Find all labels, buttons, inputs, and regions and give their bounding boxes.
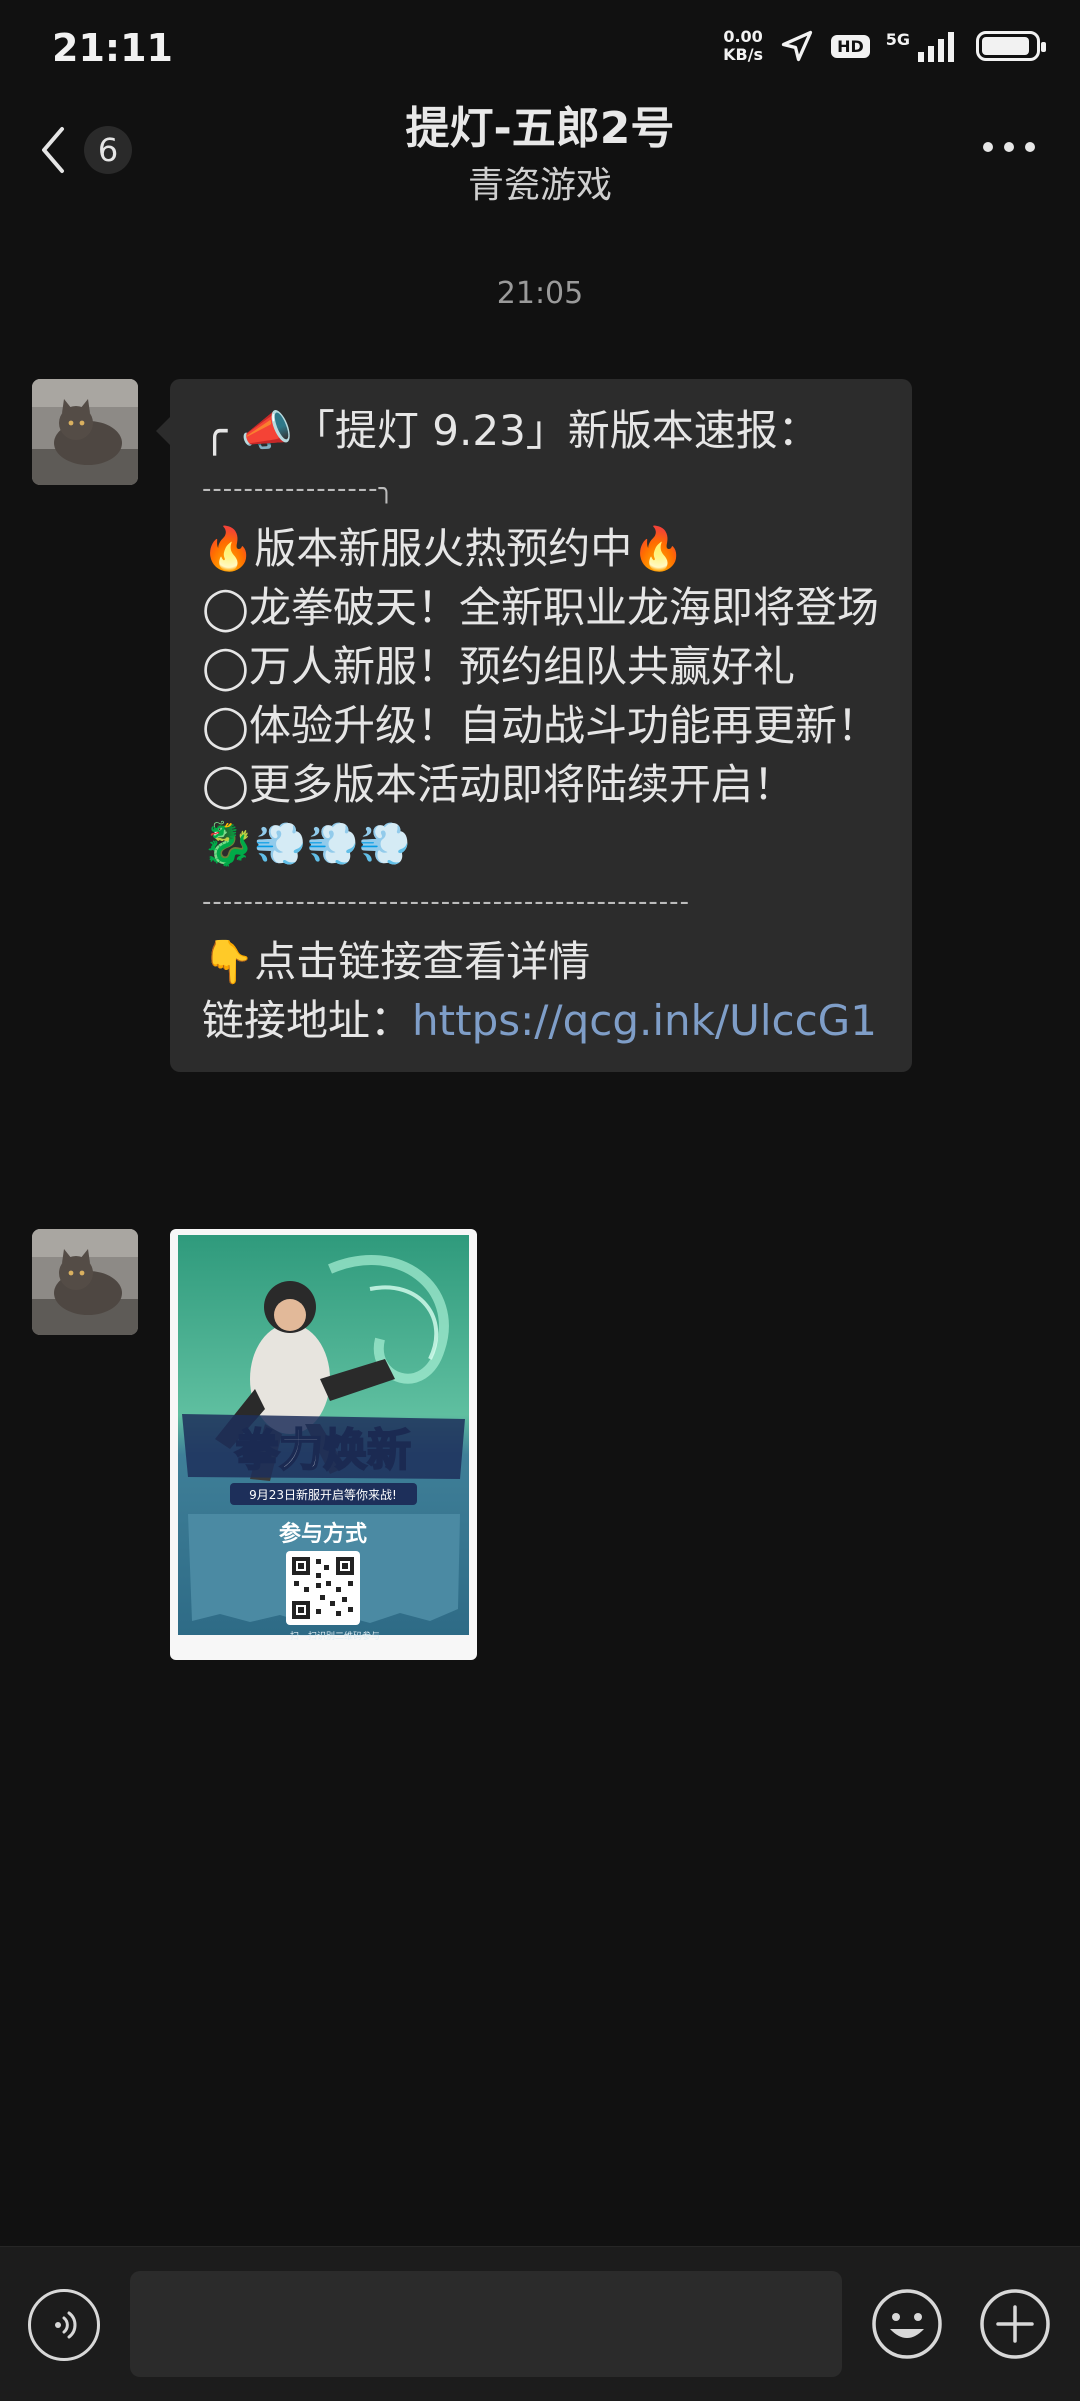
- network-speed: 0.00 KB/s: [723, 28, 763, 64]
- message-line: 🐉💨💨💨: [202, 819, 412, 868]
- chat-header: 6 提灯-五郎2号 青瓷游戏: [0, 100, 1080, 220]
- more-options-button[interactable]: [974, 122, 1044, 172]
- status-time: 21:11: [52, 26, 173, 70]
- input-bar: [0, 2246, 1080, 2401]
- message-line: 👇点击链接查看详情: [202, 937, 591, 986]
- message-timestamp: 21:05: [496, 276, 584, 311]
- voice-input-button[interactable]: [28, 2289, 100, 2361]
- image-message[interactable]: 拳力焕新 9月23日新服开启等你来战! 参与方式 扫一扫识别二维码参与: [170, 1229, 477, 1660]
- more-dots-icon: [983, 142, 1035, 152]
- cat-avatar-image: [32, 379, 138, 485]
- network-speed-unit: KB/s: [723, 45, 764, 64]
- poster-scan-hint: 扫一扫识别二维码参与: [290, 1630, 380, 1642]
- emoji-button[interactable]: [870, 2287, 944, 2361]
- message-line: ╭ 📣「提灯 9.23」新版本速报：: [202, 406, 820, 455]
- message-line: ◯龙拳破天！全新职业龙海即将登场: [202, 583, 880, 632]
- signal-icon: [918, 32, 954, 62]
- chat-title: 提灯-五郎2号: [405, 103, 675, 154]
- game-poster-image: 拳力焕新 9月23日新服开启等你来战! 参与方式 扫一扫识别二维码参与: [178, 1235, 469, 1642]
- message-link[interactable]: https://qcg.ink/UlccG1: [412, 996, 877, 1045]
- battery-level: [982, 37, 1029, 55]
- location-icon: [781, 30, 813, 62]
- smiley-icon: [872, 2289, 942, 2359]
- voice-icon: [55, 2311, 77, 2339]
- network-type: 5G: [885, 29, 910, 49]
- message-line: 🔥版本新服火热预约中🔥: [202, 524, 685, 573]
- message-divider: -----------------╮: [202, 474, 396, 504]
- message-line: ◯更多版本活动即将陆续开启！: [202, 760, 796, 809]
- status-bar: 21:11 0.00 KB/s HD 5G: [0, 0, 1080, 100]
- more-actions-button[interactable]: [978, 2287, 1052, 2361]
- hd-badge: HD: [831, 34, 870, 58]
- message-input[interactable]: [130, 2271, 842, 2377]
- network-speed-value: 0.00: [723, 27, 763, 46]
- poster-title: 拳力焕新: [234, 1425, 411, 1476]
- plus-icon: [980, 2289, 1050, 2359]
- message-line: ◯万人新服！预约组队共赢好礼: [202, 642, 796, 691]
- sender-avatar[interactable]: [32, 1229, 138, 1335]
- message-bubble[interactable]: ╭ 📣「提灯 9.23」新版本速报： -----------------╮ 🔥版…: [156, 379, 912, 1072]
- link-label: 链接地址：: [202, 996, 413, 1045]
- poster-section-title: 参与方式: [279, 1521, 367, 1547]
- battery-icon: [976, 31, 1046, 61]
- poster-tagline: 9月23日新服开启等你来战!: [249, 1487, 397, 1502]
- message-divider: ----------------------------------------…: [202, 887, 690, 917]
- message-link-row: 链接地址：https://qcg.ink/UlccG1: [202, 991, 880, 1050]
- sender-avatar[interactable]: [32, 379, 138, 485]
- status-icons: 0.00 KB/s HD 5G: [723, 28, 1046, 64]
- message-line: ◯体验升级！自动战斗功能再更新！: [202, 701, 880, 750]
- chat-subtitle: 青瓷游戏: [467, 165, 612, 206]
- cat-avatar-image: [32, 1229, 138, 1335]
